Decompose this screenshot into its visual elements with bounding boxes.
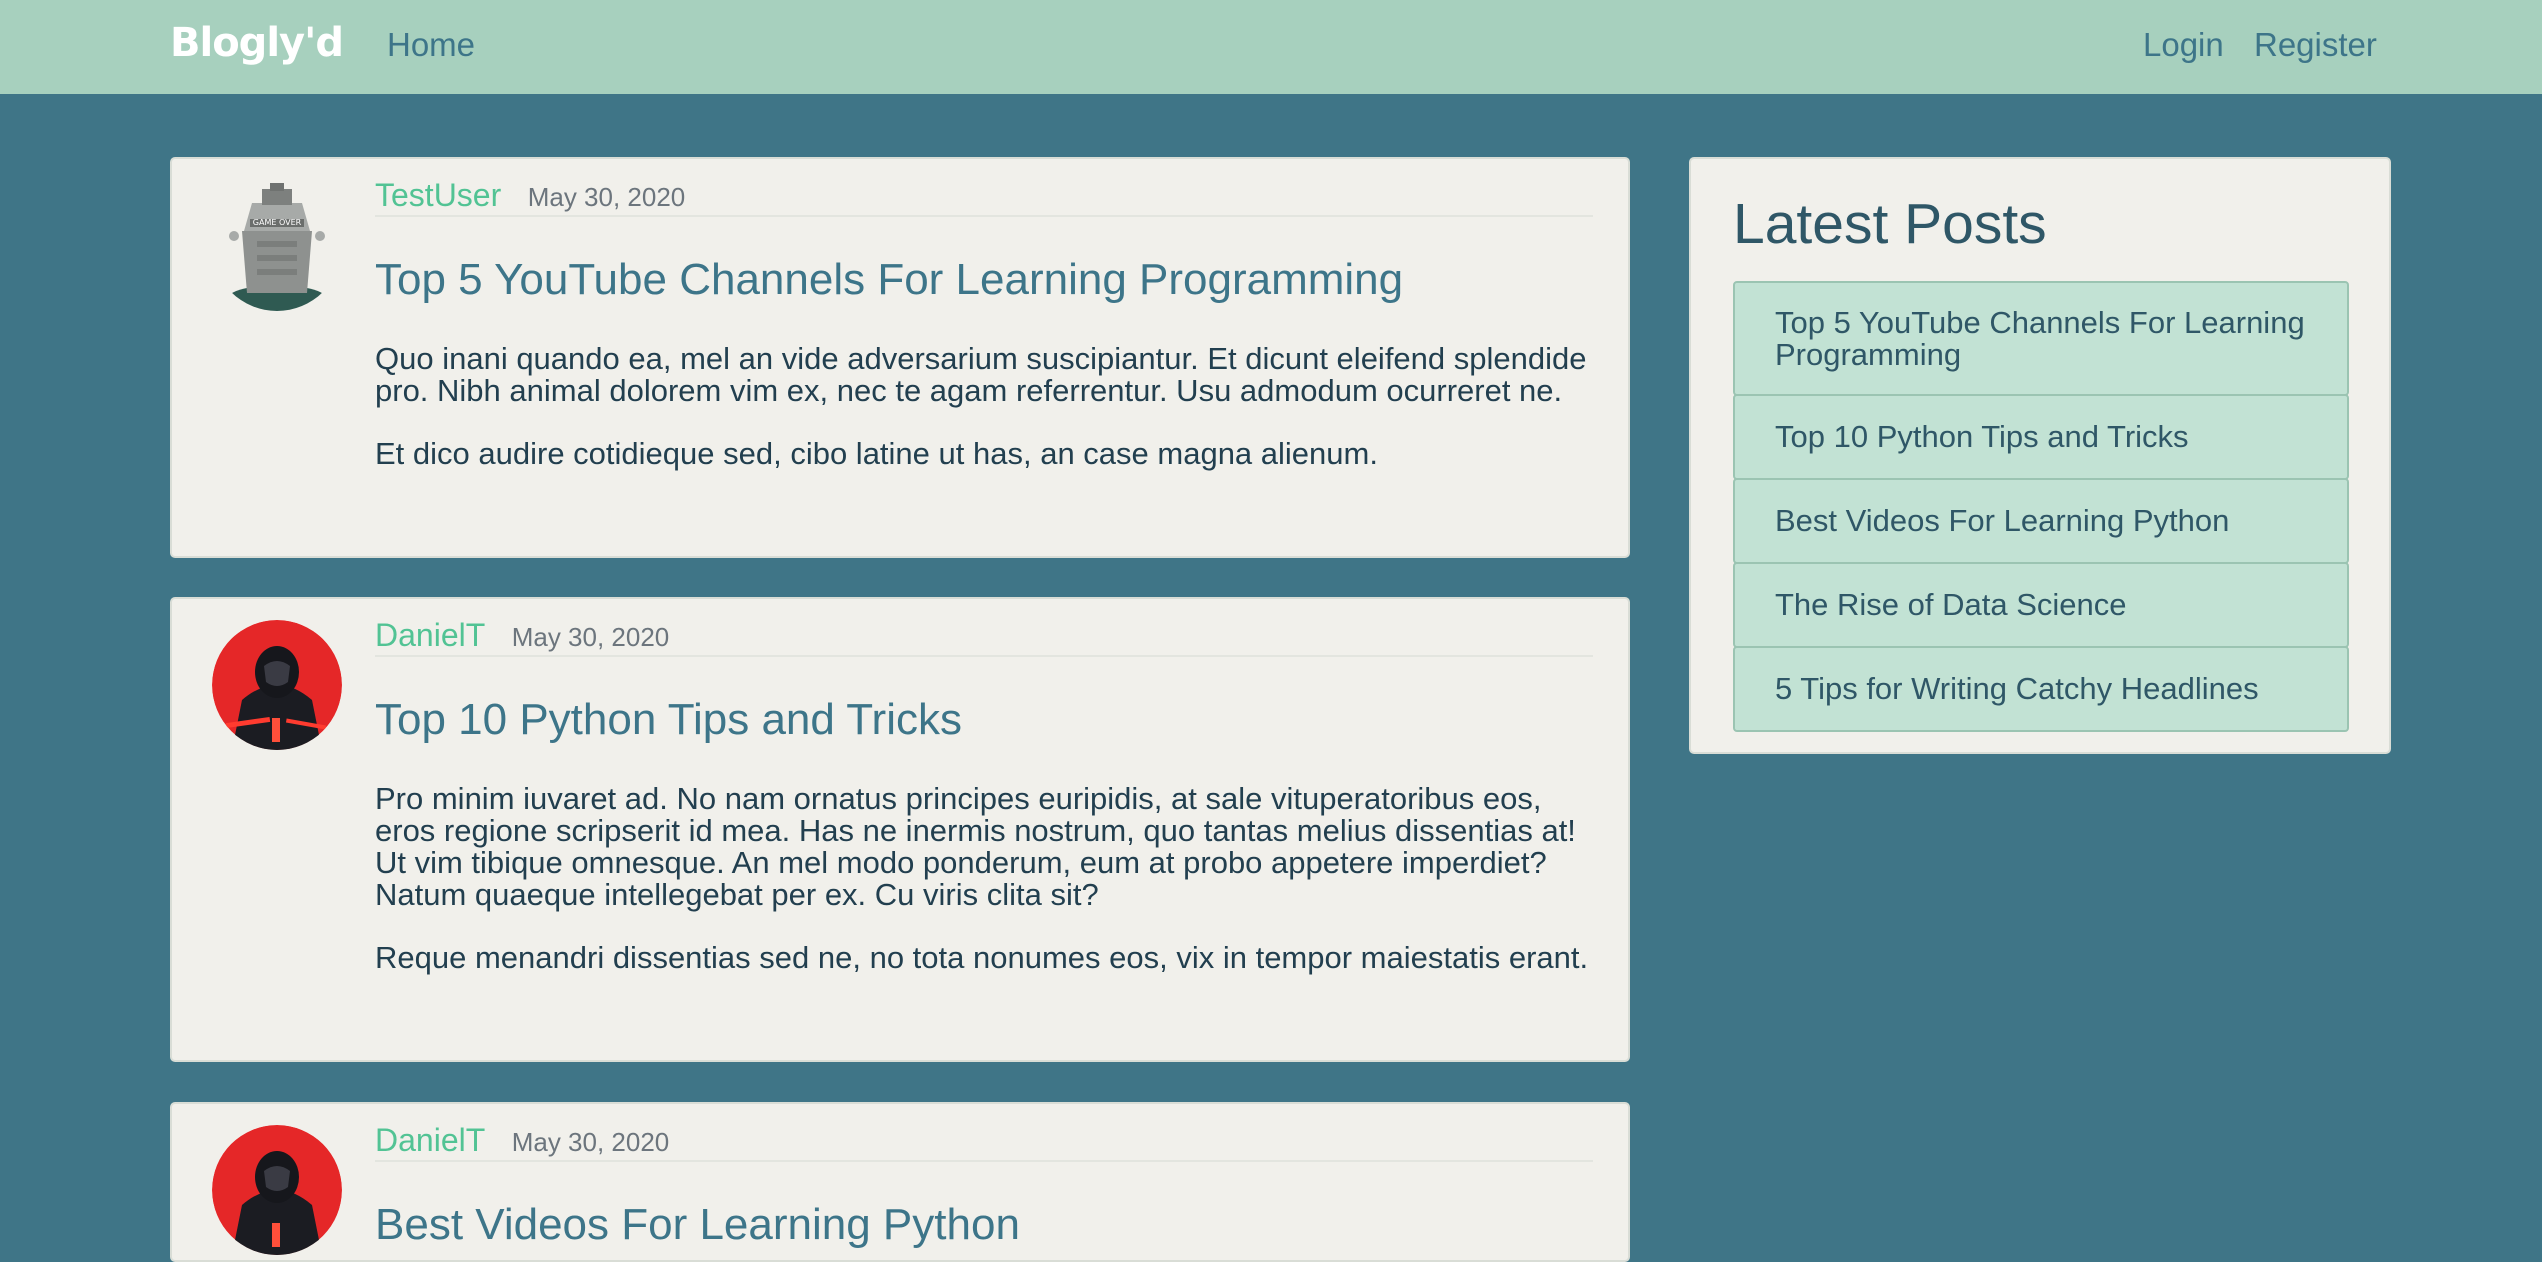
post-card: DanielT May 30, 2020 Best Videos For Lea… bbox=[170, 1102, 1630, 1262]
post-content: Quo inani quando ea, mel an vide adversa… bbox=[375, 343, 1605, 501]
post-author-link[interactable]: DanielT bbox=[375, 1122, 485, 1158]
top-navbar: Blogly'd Home Login Register bbox=[0, 0, 2542, 94]
post-paragraph: Pro minim iuvaret ad. No nam ornatus pri… bbox=[375, 781, 1576, 912]
post-date: May 30, 2020 bbox=[527, 182, 686, 212]
post-card: DanielT May 30, 2020 Top 10 Python Tips … bbox=[170, 597, 1630, 1062]
post-meta: TestUser May 30, 2020 bbox=[375, 177, 1593, 217]
game-over-ship-avatar: GAME OVER bbox=[212, 181, 342, 311]
post-paragraph: Et dico audire cotidieque sed, cibo lati… bbox=[375, 436, 1378, 471]
post-content: Pro minim iuvaret ad. No nam ornatus pri… bbox=[375, 783, 1605, 1005]
hooded-figure-avatar bbox=[212, 1125, 342, 1255]
sidebar-title: Latest Posts bbox=[1733, 192, 2047, 256]
post-paragraph: Quo inani quando ea, mel an vide adversa… bbox=[375, 341, 1587, 408]
latest-post-item[interactable]: Best Videos For Learning Python bbox=[1733, 478, 2349, 564]
brand-logo[interactable]: Blogly'd bbox=[170, 20, 344, 66]
post-title-link[interactable]: Top 5 YouTube Channels For Learning Prog… bbox=[375, 255, 1403, 305]
avatar[interactable] bbox=[212, 620, 342, 750]
post-paragraph: Reque menandri dissentias sed ne, no tot… bbox=[375, 940, 1589, 975]
post-title-link[interactable]: Best Videos For Learning Python bbox=[375, 1200, 1020, 1250]
nav-register-link[interactable]: Register bbox=[2254, 26, 2377, 64]
post-author-link[interactable]: TestUser bbox=[375, 177, 501, 213]
post-card: GAME OVER TestUser May 30, 2020 Top 5 Yo… bbox=[170, 157, 1630, 558]
avatar[interactable]: GAME OVER bbox=[212, 181, 342, 311]
post-title-link[interactable]: Top 10 Python Tips and Tricks bbox=[375, 695, 962, 745]
post-date: May 30, 2020 bbox=[511, 622, 670, 652]
avatar-caption: GAME OVER bbox=[253, 218, 302, 227]
post-author-link[interactable]: DanielT bbox=[375, 617, 485, 653]
nav-home-link[interactable]: Home bbox=[387, 26, 475, 64]
post-meta: DanielT May 30, 2020 bbox=[375, 617, 1593, 657]
post-date: May 30, 2020 bbox=[511, 1127, 670, 1157]
latest-posts-list: Top 5 YouTube Channels For Learning Prog… bbox=[1733, 281, 2349, 732]
latest-posts-sidebar: Latest Posts Top 5 YouTube Channels For … bbox=[1689, 157, 2391, 754]
post-meta: DanielT May 30, 2020 bbox=[375, 1122, 1593, 1162]
latest-post-item[interactable]: 5 Tips for Writing Catchy Headlines bbox=[1733, 646, 2349, 732]
latest-post-item[interactable]: Top 5 YouTube Channels For Learning Prog… bbox=[1733, 281, 2349, 396]
nav-login-link[interactable]: Login bbox=[2143, 26, 2224, 64]
avatar[interactable] bbox=[212, 1125, 342, 1255]
latest-post-item[interactable]: The Rise of Data Science bbox=[1733, 562, 2349, 648]
latest-post-item[interactable]: Top 10 Python Tips and Tricks bbox=[1733, 394, 2349, 480]
hooded-figure-avatar bbox=[212, 620, 342, 750]
